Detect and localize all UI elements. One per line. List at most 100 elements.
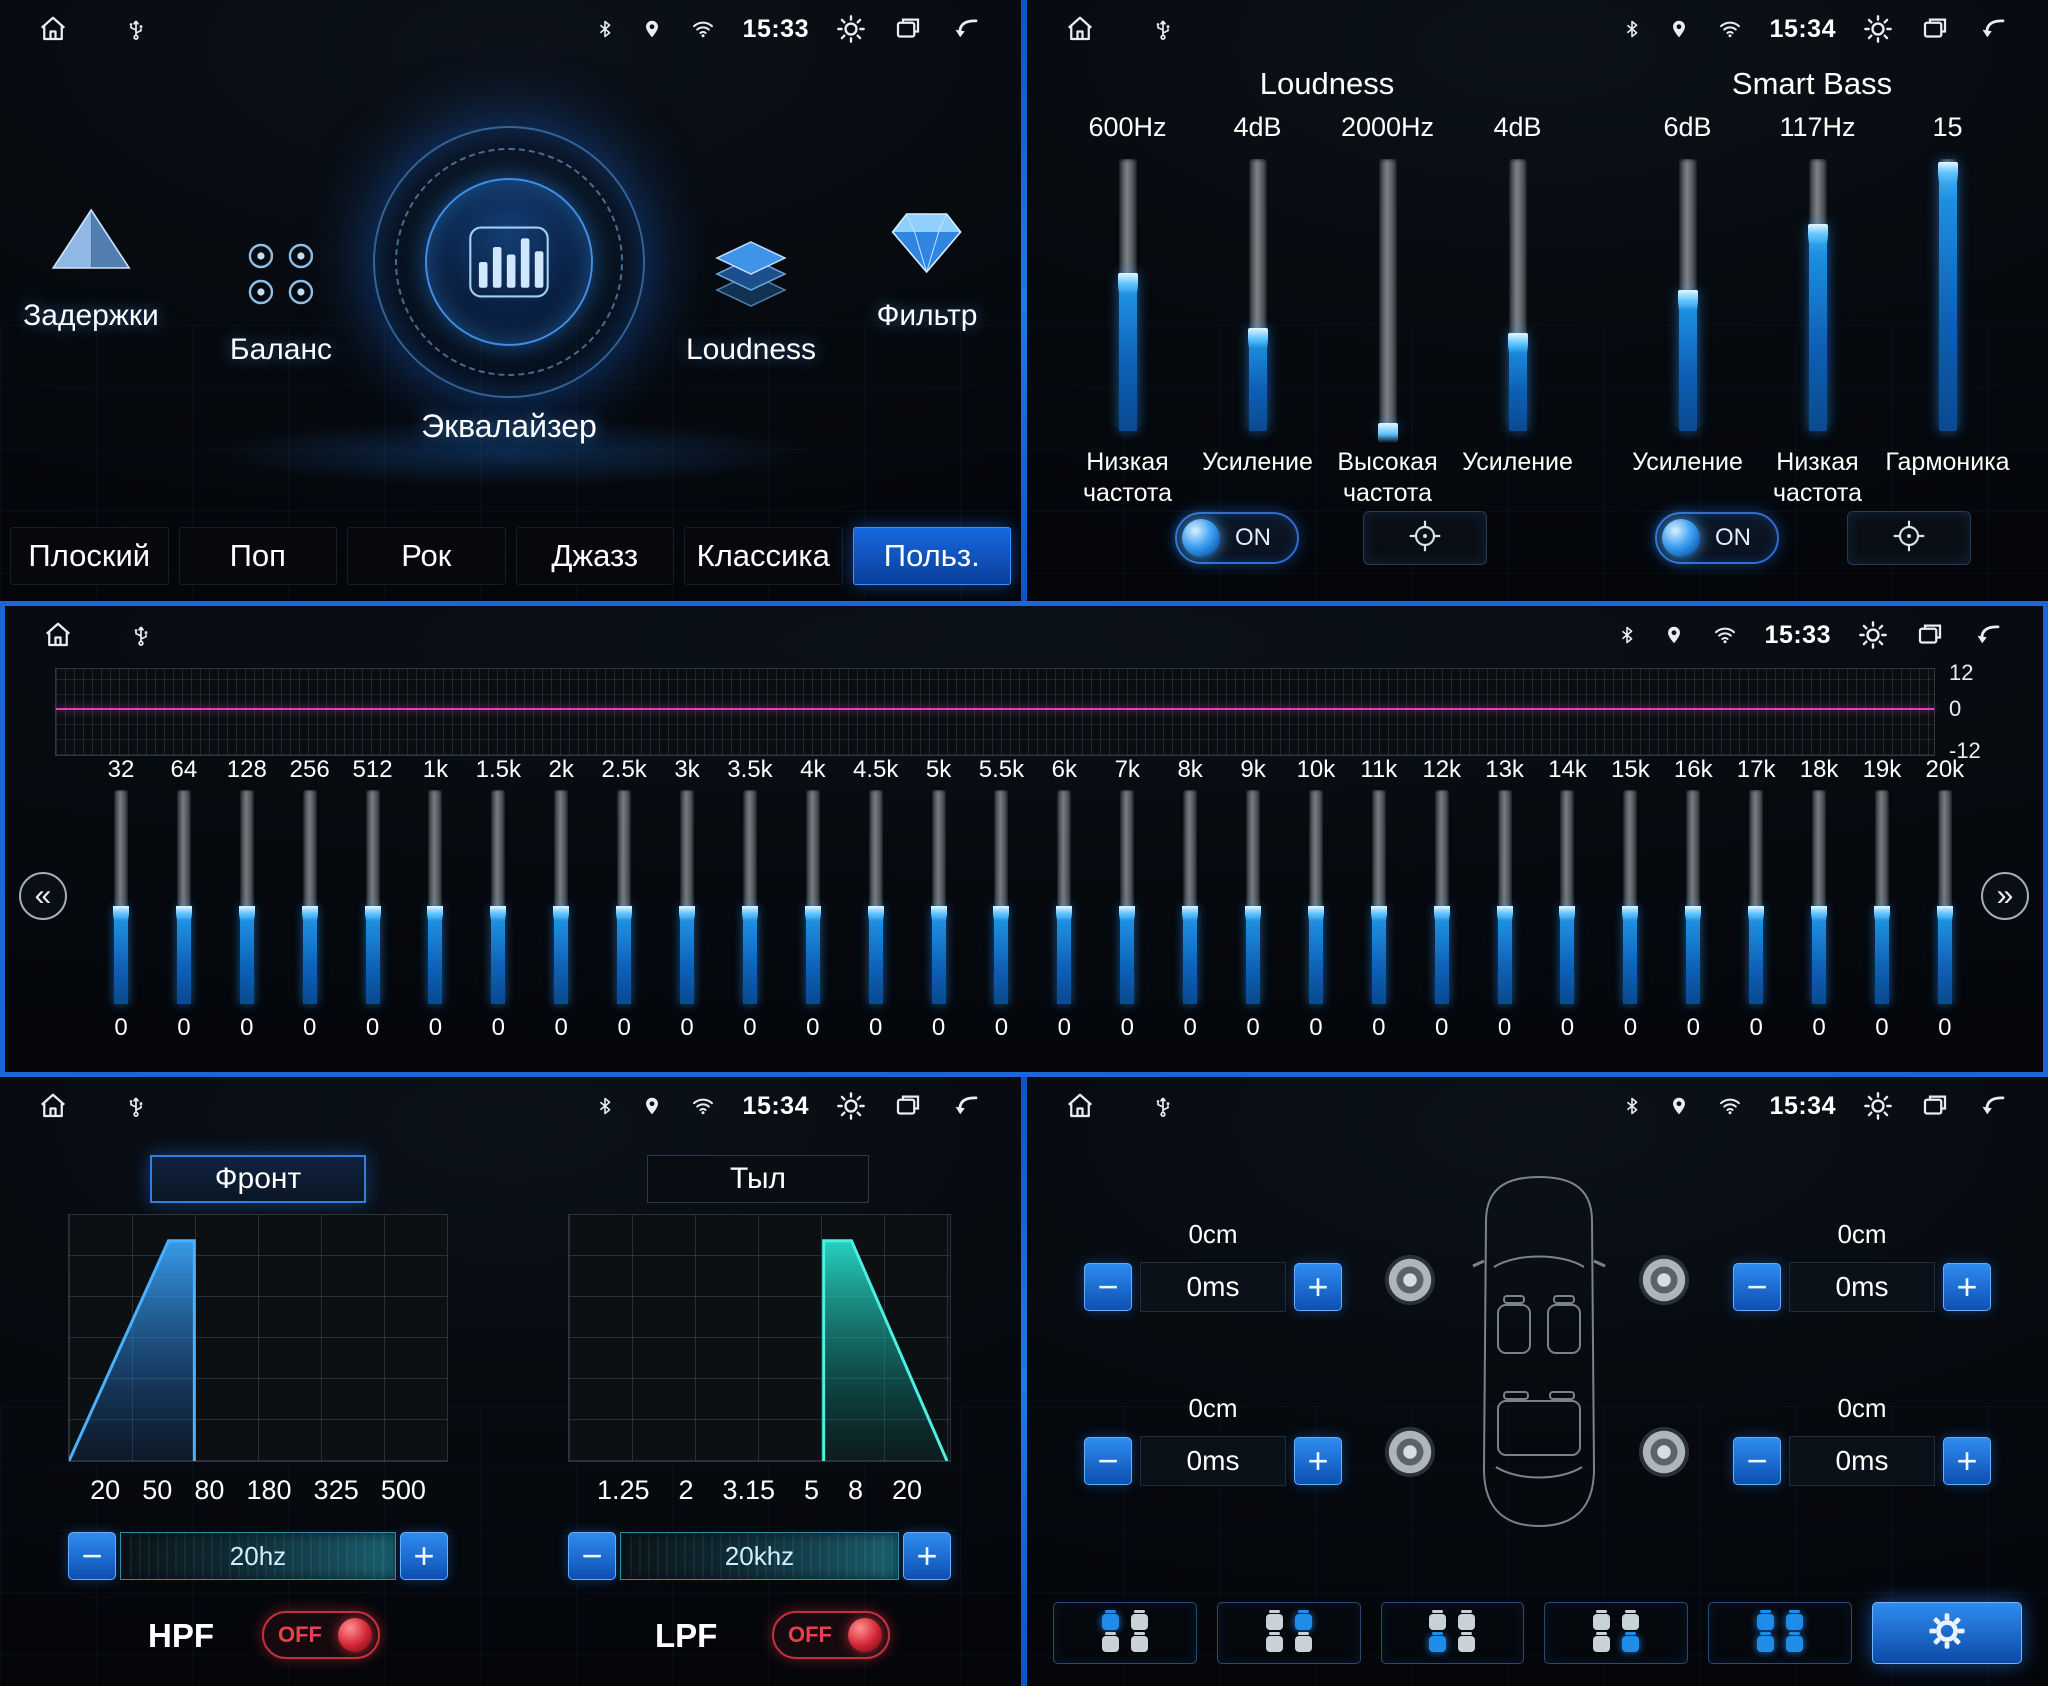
band-slider[interactable] xyxy=(743,790,757,1004)
home-icon[interactable] xyxy=(38,1091,68,1121)
band-slider[interactable] xyxy=(1623,790,1637,1004)
home-icon[interactable] xyxy=(43,620,73,650)
back-icon[interactable] xyxy=(1976,14,2010,44)
delay-plus-button[interactable]: + xyxy=(1294,1263,1342,1311)
band-slider[interactable] xyxy=(617,790,631,1004)
vertical-slider[interactable] xyxy=(1379,159,1397,431)
brightness-icon[interactable] xyxy=(1862,1090,1894,1122)
lpf-frequency-slider[interactable]: 20khz xyxy=(620,1532,899,1580)
preset-button-6[interactable]: Польз. xyxy=(853,527,1012,585)
band-slider[interactable] xyxy=(994,790,1008,1004)
delay-minus-button[interactable]: − xyxy=(1733,1437,1781,1485)
preset-button-3[interactable]: Рок xyxy=(347,527,506,585)
band-slider[interactable] xyxy=(366,790,380,1004)
tab-front[interactable]: Фронт xyxy=(150,1155,366,1203)
band-slider[interactable] xyxy=(1246,790,1260,1004)
menu-item-loudness[interactable]: Loudness xyxy=(686,236,816,367)
band-slider[interactable] xyxy=(1372,790,1386,1004)
listener-position-button-5[interactable] xyxy=(1708,1602,1852,1664)
band-slider[interactable] xyxy=(1309,790,1323,1004)
listener-position-button-2[interactable] xyxy=(1217,1602,1361,1664)
vertical-slider[interactable] xyxy=(1509,159,1527,431)
band-slider[interactable] xyxy=(1183,790,1197,1004)
menu-item-delays[interactable]: Задержки xyxy=(23,206,159,333)
preset-button-2[interactable]: Поп xyxy=(179,527,338,585)
band-slider[interactable] xyxy=(932,790,946,1004)
delay-value: 0ms xyxy=(1789,1436,1935,1486)
menu-item-equalizer[interactable] xyxy=(373,126,645,398)
preset-button-1[interactable]: Плоский xyxy=(10,527,169,585)
band-slider[interactable] xyxy=(680,790,694,1004)
recent-apps-icon[interactable] xyxy=(893,1091,923,1121)
band-slider[interactable] xyxy=(1560,790,1574,1004)
listener-position-button-4[interactable] xyxy=(1544,1602,1688,1664)
back-icon[interactable] xyxy=(949,1091,983,1121)
hpf-frequency-slider[interactable]: 20hz xyxy=(120,1532,396,1580)
delay-plus-button[interactable]: + xyxy=(1943,1263,1991,1311)
home-icon[interactable] xyxy=(38,14,68,44)
band-slider[interactable] xyxy=(1057,790,1071,1004)
brightness-icon[interactable] xyxy=(1862,13,1894,45)
band-slider[interactable] xyxy=(177,790,191,1004)
vertical-slider[interactable] xyxy=(1679,159,1697,431)
brightness-icon[interactable] xyxy=(835,1090,867,1122)
band-slider[interactable] xyxy=(428,790,442,1004)
delay-minus-button[interactable]: − xyxy=(1084,1437,1132,1485)
recent-apps-icon[interactable] xyxy=(893,14,923,44)
home-icon[interactable] xyxy=(1065,14,1095,44)
back-icon[interactable] xyxy=(1971,620,2005,650)
delay-plus-button[interactable]: + xyxy=(1294,1437,1342,1485)
loudness-tune-button[interactable] xyxy=(1363,511,1487,565)
back-icon[interactable] xyxy=(949,14,983,44)
band-slider[interactable] xyxy=(491,790,505,1004)
brightness-icon[interactable] xyxy=(835,13,867,45)
brightness-icon[interactable] xyxy=(1857,619,1889,651)
band-slider[interactable] xyxy=(1120,790,1134,1004)
home-icon[interactable] xyxy=(1065,1091,1095,1121)
slider-label: Гармоника xyxy=(1870,447,2026,478)
band-slider[interactable] xyxy=(1812,790,1826,1004)
smartbass-on-toggle[interactable]: ON xyxy=(1655,512,1779,564)
smartbass-tune-button[interactable] xyxy=(1847,511,1971,565)
band-slider[interactable] xyxy=(1938,790,1952,1004)
eq-prev-page-button[interactable]: « xyxy=(19,872,67,920)
vertical-slider[interactable] xyxy=(1939,159,1957,431)
hpf-off-toggle[interactable]: OFF xyxy=(262,1611,380,1659)
delay-minus-button[interactable]: − xyxy=(1084,1263,1132,1311)
preset-button-4[interactable]: Джазз xyxy=(516,527,675,585)
recent-apps-icon[interactable] xyxy=(1915,620,1945,650)
band-slider[interactable] xyxy=(1498,790,1512,1004)
lpf-minus-button[interactable]: − xyxy=(568,1532,616,1580)
band-slider[interactable] xyxy=(1435,790,1449,1004)
band-slider[interactable] xyxy=(1749,790,1763,1004)
settings-button[interactable] xyxy=(1872,1602,2022,1664)
loudness-on-toggle[interactable]: ON xyxy=(1175,512,1299,564)
recent-apps-icon[interactable] xyxy=(1920,1091,1950,1121)
lpf-plus-button[interactable]: + xyxy=(903,1532,951,1580)
band-slider[interactable] xyxy=(114,790,128,1004)
delay-plus-button[interactable]: + xyxy=(1943,1437,1991,1485)
band-slider[interactable] xyxy=(869,790,883,1004)
vertical-slider[interactable] xyxy=(1249,159,1267,431)
vertical-slider[interactable] xyxy=(1119,159,1137,431)
back-icon[interactable] xyxy=(1976,1091,2010,1121)
lpf-off-toggle[interactable]: OFF xyxy=(772,1611,890,1659)
band-slider[interactable] xyxy=(1686,790,1700,1004)
band-slider[interactable] xyxy=(240,790,254,1004)
recent-apps-icon[interactable] xyxy=(1920,14,1950,44)
eq-next-page-button[interactable]: » xyxy=(1981,872,2029,920)
hpf-plus-button[interactable]: + xyxy=(400,1532,448,1580)
band-slider[interactable] xyxy=(554,790,568,1004)
hpf-minus-button[interactable]: − xyxy=(68,1532,116,1580)
vertical-slider[interactable] xyxy=(1809,159,1827,431)
preset-button-5[interactable]: Классика xyxy=(684,527,843,585)
listener-position-button-3[interactable] xyxy=(1381,1602,1525,1664)
delay-minus-button[interactable]: − xyxy=(1733,1263,1781,1311)
tab-rear[interactable]: Тыл xyxy=(647,1155,869,1203)
menu-item-filter[interactable]: Фильтр xyxy=(877,206,978,333)
menu-item-balance[interactable]: Баланс xyxy=(230,236,332,367)
band-slider[interactable] xyxy=(1875,790,1889,1004)
band-slider[interactable] xyxy=(303,790,317,1004)
band-slider[interactable] xyxy=(806,790,820,1004)
listener-position-button-1[interactable] xyxy=(1053,1602,1197,1664)
